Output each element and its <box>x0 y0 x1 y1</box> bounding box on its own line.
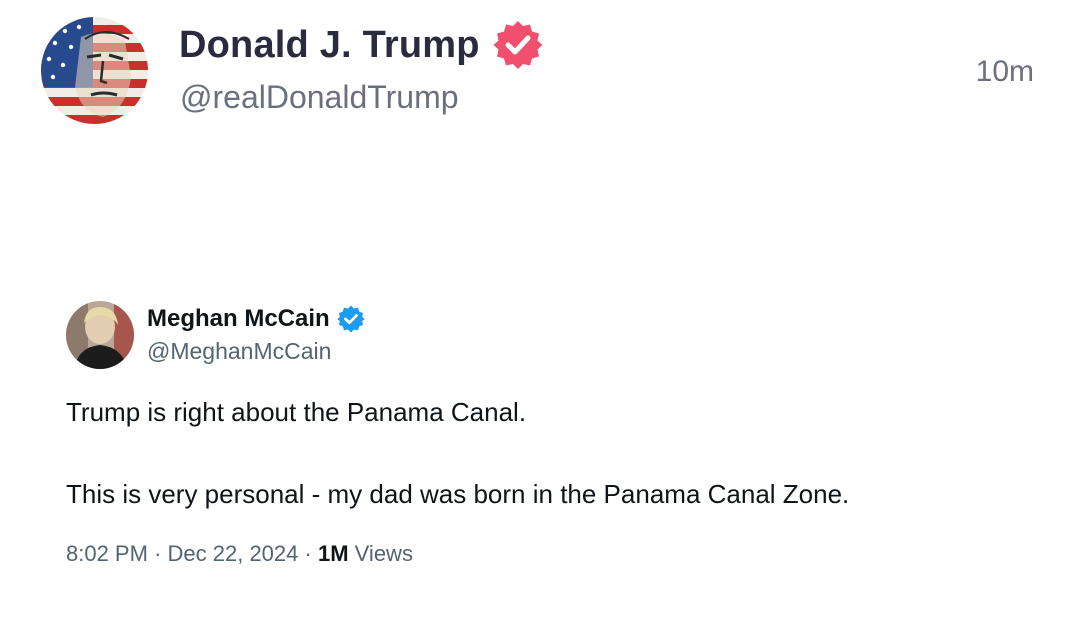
quoted-author-name[interactable]: Meghan McCain <box>147 305 330 333</box>
views-count[interactable]: 1M <box>318 541 349 566</box>
quoted-author-avatar[interactable] <box>66 301 134 369</box>
separator-dot: · <box>154 541 162 566</box>
tweet-text-line: Trump is right about the Panama Canal. <box>66 397 527 427</box>
tweet-text-line: This is very personal - my dad was born … <box>66 479 850 509</box>
verified-badge-icon <box>492 19 544 71</box>
tweet-time[interactable]: 8:02 PM <box>66 541 148 566</box>
separator-dot: · <box>304 541 312 566</box>
author-avatar[interactable] <box>41 17 148 124</box>
author-name[interactable]: Donald J. Trump <box>179 24 480 67</box>
verified-badge-icon <box>336 304 366 334</box>
tweet-date[interactable]: Dec 22, 2024 <box>168 541 299 566</box>
post-timestamp: 10m <box>975 55 1034 88</box>
author-handle[interactable]: @realDonaldTrump <box>180 79 459 116</box>
tweet-metadata: 8:02 PM · Dec 22, 2024 · 1M Views <box>66 541 413 567</box>
quoted-author-handle[interactable]: @MeghanMcCain <box>147 338 331 365</box>
views-label[interactable]: Views <box>355 541 413 566</box>
